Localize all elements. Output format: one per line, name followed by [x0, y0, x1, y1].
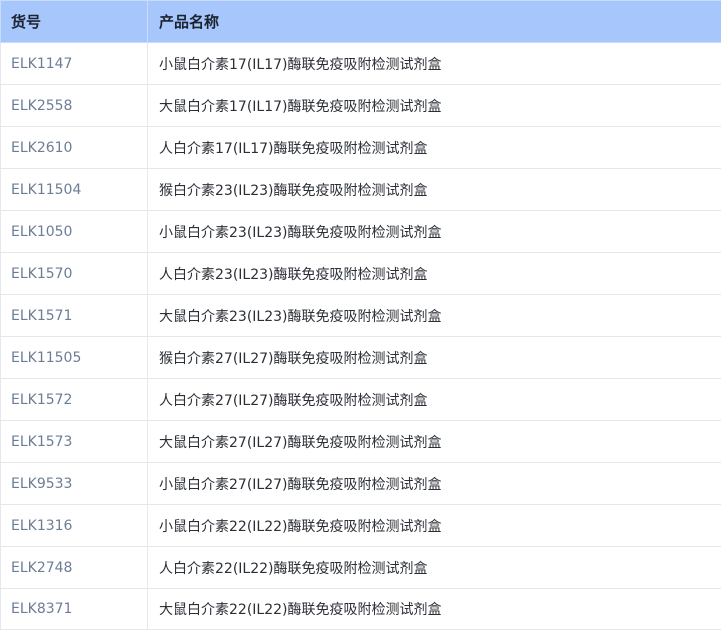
product-name: 人白介素22(IL22)酶联免疫吸附检测试剂盒 [147, 546, 721, 589]
product-code-link[interactable]: ELK8371 [0, 588, 148, 630]
table-row: ELK1570 人白介素23(IL23)酶联免疫吸附检测试剂盒 [0, 252, 721, 295]
product-code-link[interactable]: ELK1050 [0, 210, 148, 253]
header-code: 货号 [0, 0, 148, 43]
product-name: 人白介素17(IL17)酶联免疫吸附检测试剂盒 [147, 126, 721, 169]
product-name: 猴白介素23(IL23)酶联免疫吸附检测试剂盒 [147, 168, 721, 211]
product-name: 大鼠白介素27(IL27)酶联免疫吸附检测试剂盒 [147, 420, 721, 463]
product-name: 大鼠白介素23(IL23)酶联免疫吸附检测试剂盒 [147, 294, 721, 337]
table-row: ELK8371 大鼠白介素22(IL22)酶联免疫吸附检测试剂盒 [0, 588, 721, 630]
product-name: 人白介素27(IL27)酶联免疫吸附检测试剂盒 [147, 378, 721, 421]
product-name: 小鼠白介素17(IL17)酶联免疫吸附检测试剂盒 [147, 42, 721, 85]
product-name: 人白介素23(IL23)酶联免疫吸附检测试剂盒 [147, 252, 721, 295]
product-name: 小鼠白介素27(IL27)酶联免疫吸附检测试剂盒 [147, 462, 721, 505]
header-product-name: 产品名称 [147, 0, 721, 43]
table-header: 货号 产品名称 [0, 0, 721, 43]
table-row: ELK1050 小鼠白介素23(IL23)酶联免疫吸附检测试剂盒 [0, 210, 721, 253]
product-code-link[interactable]: ELK2748 [0, 546, 148, 589]
table-row: ELK2610 人白介素17(IL17)酶联免疫吸附检测试剂盒 [0, 126, 721, 169]
table-row: ELK9533 小鼠白介素27(IL27)酶联免疫吸附检测试剂盒 [0, 462, 721, 505]
table-row: ELK1573 大鼠白介素27(IL27)酶联免疫吸附检测试剂盒 [0, 420, 721, 463]
product-code-link[interactable]: ELK11504 [0, 168, 148, 211]
table-row: ELK1572 人白介素27(IL27)酶联免疫吸附检测试剂盒 [0, 378, 721, 421]
product-code-link[interactable]: ELK11505 [0, 336, 148, 379]
table-row: ELK2748 人白介素22(IL22)酶联免疫吸附检测试剂盒 [0, 546, 721, 589]
header-row: 货号 产品名称 [0, 0, 721, 43]
product-code-link[interactable]: ELK2610 [0, 126, 148, 169]
product-name: 小鼠白介素22(IL22)酶联免疫吸附检测试剂盒 [147, 504, 721, 547]
table-row: ELK1316 小鼠白介素22(IL22)酶联免疫吸附检测试剂盒 [0, 504, 721, 547]
product-name: 猴白介素27(IL27)酶联免疫吸附检测试剂盒 [147, 336, 721, 379]
product-code-link[interactable]: ELK1570 [0, 252, 148, 295]
table-row: ELK11504 猴白介素23(IL23)酶联免疫吸附检测试剂盒 [0, 168, 721, 211]
product-code-link[interactable]: ELK1572 [0, 378, 148, 421]
product-code-link[interactable]: ELK2558 [0, 84, 148, 127]
product-name: 大鼠白介素17(IL17)酶联免疫吸附检测试剂盒 [147, 84, 721, 127]
table-body: ELK1147 小鼠白介素17(IL17)酶联免疫吸附检测试剂盒 ELK2558… [0, 42, 721, 630]
table-row: ELK11505 猴白介素27(IL27)酶联免疫吸附检测试剂盒 [0, 336, 721, 379]
product-code-link[interactable]: ELK1571 [0, 294, 148, 337]
product-code-link[interactable]: ELK9533 [0, 462, 148, 505]
product-table: 货号 产品名称 ELK1147 小鼠白介素17(IL17)酶联免疫吸附检测试剂盒… [0, 0, 721, 630]
product-name: 大鼠白介素22(IL22)酶联免疫吸附检测试剂盒 [147, 588, 721, 630]
table-row: ELK1571 大鼠白介素23(IL23)酶联免疫吸附检测试剂盒 [0, 294, 721, 337]
product-code-link[interactable]: ELK1573 [0, 420, 148, 463]
product-name: 小鼠白介素23(IL23)酶联免疫吸附检测试剂盒 [147, 210, 721, 253]
table-row: ELK1147 小鼠白介素17(IL17)酶联免疫吸附检测试剂盒 [0, 42, 721, 85]
product-code-link[interactable]: ELK1147 [0, 42, 148, 85]
product-code-link[interactable]: ELK1316 [0, 504, 148, 547]
table-row: ELK2558 大鼠白介素17(IL17)酶联免疫吸附检测试剂盒 [0, 84, 721, 127]
